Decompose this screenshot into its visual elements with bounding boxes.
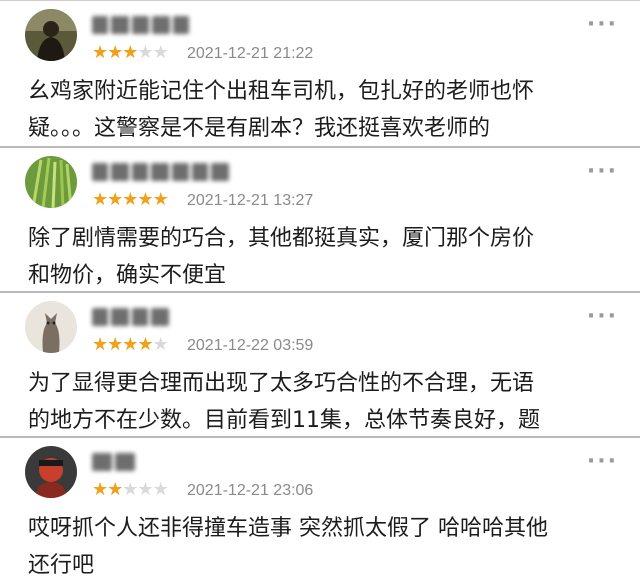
more-dots-icon[interactable]: ··· [587, 14, 618, 36]
comment-text: 幺鸡家附近能记住个出租车司机，包扎好的老师也怀 疑。。。这警察是不是有剧本？我还… [28, 79, 535, 141]
star-filled-icon: ★ [92, 42, 108, 63]
star-filled-icon: ★ [92, 189, 108, 210]
star-empty-icon: ★ [137, 42, 153, 63]
star-filled-icon: ★ [107, 189, 123, 210]
username-blurred [92, 160, 242, 184]
comment-card: ★★★★★ 2021-12-21 13:27 ··· 除了剧情需要的巧合，其他都… [0, 148, 640, 293]
comment-text: 哎呀抓个人还非得撞车造事 突然抓太假了 哈哈哈其他 还行吧 [28, 516, 548, 578]
avatar-red-portrait-icon [25, 446, 77, 498]
avatar-cat-icon [25, 301, 77, 353]
comment-timestamp: 2021-12-21 23:06 [187, 482, 314, 499]
star-empty-icon: ★ [137, 479, 153, 500]
comment-list: ★★★★★ 2021-12-21 21:22 ··· 幺鸡家附近能记住个出租车司… [0, 0, 640, 582]
comment-card: ★★★★★ 2021-12-21 21:22 ··· 幺鸡家附近能记住个出租车司… [0, 0, 640, 148]
comment-timestamp: 2021-12-22 03:59 [187, 337, 314, 354]
avatar-green-plants-icon [25, 156, 77, 208]
more-dots-icon[interactable]: ··· [587, 451, 618, 473]
star-empty-icon: ★ [152, 334, 169, 355]
star-empty-icon: ★ [152, 42, 169, 63]
username-blurred [92, 305, 182, 329]
star-filled-icon: ★ [107, 334, 123, 355]
star-filled-icon: ★ [92, 334, 108, 355]
comment-text: 除了剧情需要的巧合，其他都挺真实，厦门那个房价 和物价，确实不便宜 [28, 226, 535, 288]
comment-text: 为了显得更合理而出现了太多巧合性的不合理，无语 的地方不在少数。目前看到11集，… [28, 371, 540, 433]
star-filled-icon: ★ [152, 189, 169, 210]
username-blurred [92, 13, 202, 37]
avatar[interactable] [25, 9, 77, 61]
comment-timestamp: 2021-12-21 21:22 [187, 45, 314, 62]
rating-stars: ★★★★★ [92, 479, 169, 500]
star-filled-icon: ★ [137, 189, 153, 210]
rating-stars: ★★★★★ [92, 189, 169, 210]
star-filled-icon: ★ [92, 479, 108, 500]
rating-stars: ★★★★★ [92, 334, 169, 355]
star-filled-icon: ★ [107, 42, 123, 63]
rating-stars: ★★★★★ [92, 42, 169, 63]
avatar[interactable] [25, 446, 77, 498]
star-empty-icon: ★ [152, 479, 169, 500]
star-filled-icon: ★ [122, 334, 138, 355]
star-empty-icon: ★ [122, 479, 138, 500]
more-dots-icon[interactable]: ··· [587, 161, 618, 183]
star-filled-icon: ★ [107, 479, 123, 500]
star-filled-icon: ★ [122, 42, 138, 63]
avatar[interactable] [25, 301, 77, 353]
avatar-dark-figure-icon [25, 9, 77, 61]
comment-timestamp: 2021-12-21 13:27 [187, 192, 314, 209]
avatar[interactable] [25, 156, 77, 208]
comment-card: ★★★★★ 2021-12-21 23:06 ··· 哎呀抓个人还非得撞车造事 … [0, 438, 640, 582]
comment-card: ★★★★★ 2021-12-22 03:59 ··· 为了显得更合理而出现了太多… [0, 293, 640, 438]
username-blurred [92, 450, 152, 474]
more-dots-icon[interactable]: ··· [587, 306, 618, 328]
star-filled-icon: ★ [122, 189, 138, 210]
star-filled-icon: ★ [137, 334, 153, 355]
